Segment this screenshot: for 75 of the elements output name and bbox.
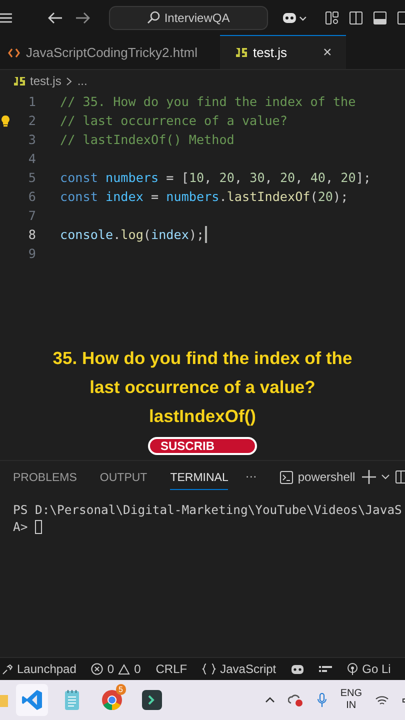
breadcrumb-item[interactable]: test.js: [30, 74, 62, 88]
chevron-down-icon[interactable]: [381, 474, 390, 480]
js-file-icon: [14, 76, 25, 86]
subscribe-badge[interactable]: SUSCRIB: [148, 437, 256, 455]
code-line: // lastIndexOf() Method: [60, 132, 234, 147]
language-indicator[interactable]: ENG IN: [340, 688, 362, 712]
status-item[interactable]: JavaScript: [202, 662, 276, 676]
code-editor-icon[interactable]: [21, 689, 43, 711]
line-number: 8: [27, 227, 36, 242]
status-item[interactable]: [319, 664, 332, 674]
terminal-text: PS D:\Personal\Digital-Marketing\YouTube\Videos\JavaS: [13, 502, 402, 516]
search-icon: [147, 11, 160, 24]
editor-tab[interactable]: JavaScriptCodingTricky2.html: [0, 35, 212, 69]
bottom-panel-icon[interactable]: [373, 10, 387, 24]
code-line: const index = numbers.lastIndexOf(20);: [60, 189, 348, 204]
status-item[interactable]: 0 0: [91, 662, 141, 676]
split-panel-icon[interactable]: [349, 10, 363, 24]
sidebar-icon[interactable]: [397, 10, 405, 24]
terminal-cursor: [34, 520, 42, 534]
search-field[interactable]: InterviewQA: [108, 6, 268, 30]
terminal-app-icon[interactable]: [142, 690, 162, 710]
editor-tab[interactable]: test.js ×: [220, 35, 346, 69]
line-number: 6: [27, 189, 36, 204]
panel-tab[interactable]: TERMINAL: [170, 464, 228, 490]
forward-arrow-icon[interactable]: [74, 10, 91, 24]
code-line: // 35. How do you find the index of the: [60, 94, 356, 109]
chevron-up-icon[interactable]: [265, 697, 276, 703]
line-number: 3: [27, 132, 36, 147]
lightbulb-icon[interactable]: [1, 114, 10, 126]
line-number: 1: [27, 94, 36, 109]
split-panel-icon[interactable]: [395, 470, 405, 484]
menu-icon[interactable]: [0, 10, 12, 24]
code-line: console.log(index);: [60, 227, 204, 242]
terminal-icon: [280, 470, 293, 484]
js-file-icon: [236, 48, 247, 57]
more-button[interactable]: ···: [245, 471, 257, 483]
link-icon: [2, 664, 13, 674]
status-item[interactable]: [291, 664, 304, 674]
terminal-selector[interactable]: powershell: [280, 470, 356, 484]
chevron-right-icon: [66, 76, 72, 86]
code-brackets-icon: [8, 48, 20, 58]
line-number: 2: [27, 113, 36, 128]
line-number: 5: [27, 170, 36, 185]
line-number: 9: [27, 246, 36, 261]
wifi-icon[interactable]: [375, 694, 389, 706]
panel-tab[interactable]: PROBLEMS: [13, 464, 77, 490]
status-item[interactable]: Launchpad: [2, 662, 76, 676]
status-item[interactable]: Go Li: [347, 662, 391, 676]
copilot-icon[interactable]: [282, 10, 308, 24]
caption-text: lastIndexOf(): [149, 405, 256, 428]
broadcast-icon: [347, 663, 358, 675]
status-item[interactable]: CRLF: [156, 662, 188, 676]
close-button[interactable]: ×: [322, 44, 332, 61]
line-number: 7: [27, 208, 36, 223]
warning-icon: [118, 664, 130, 674]
code-line: // last occurrence of a value?: [60, 113, 288, 128]
line-number: 4: [27, 151, 36, 166]
back-arrow-icon[interactable]: [46, 10, 63, 24]
panel-tab[interactable]: OUTPUT: [100, 464, 148, 490]
cloud-error-icon[interactable]: [288, 693, 304, 707]
notepad-icon[interactable]: [64, 689, 80, 711]
braces-icon: [202, 663, 216, 675]
code-line: const numbers = [10, 20, 30, 20, 40, 20];: [60, 170, 371, 185]
error-icon: [91, 663, 104, 675]
caption-text: last occurrence of a value?: [90, 376, 316, 399]
text-cursor: [205, 226, 208, 243]
notification-badge: 5: [116, 684, 126, 695]
layout-icon[interactable]: [325, 10, 339, 24]
terminal-text: A>: [13, 520, 28, 534]
breadcrumb-item[interactable]: ...: [77, 74, 88, 88]
bars-icon: [319, 664, 332, 674]
plus-icon[interactable]: [362, 470, 376, 484]
microphone-icon[interactable]: [317, 692, 328, 708]
copilot-icon: [291, 664, 304, 674]
caption-text: 35. How do you find the index of the: [52, 347, 352, 370]
